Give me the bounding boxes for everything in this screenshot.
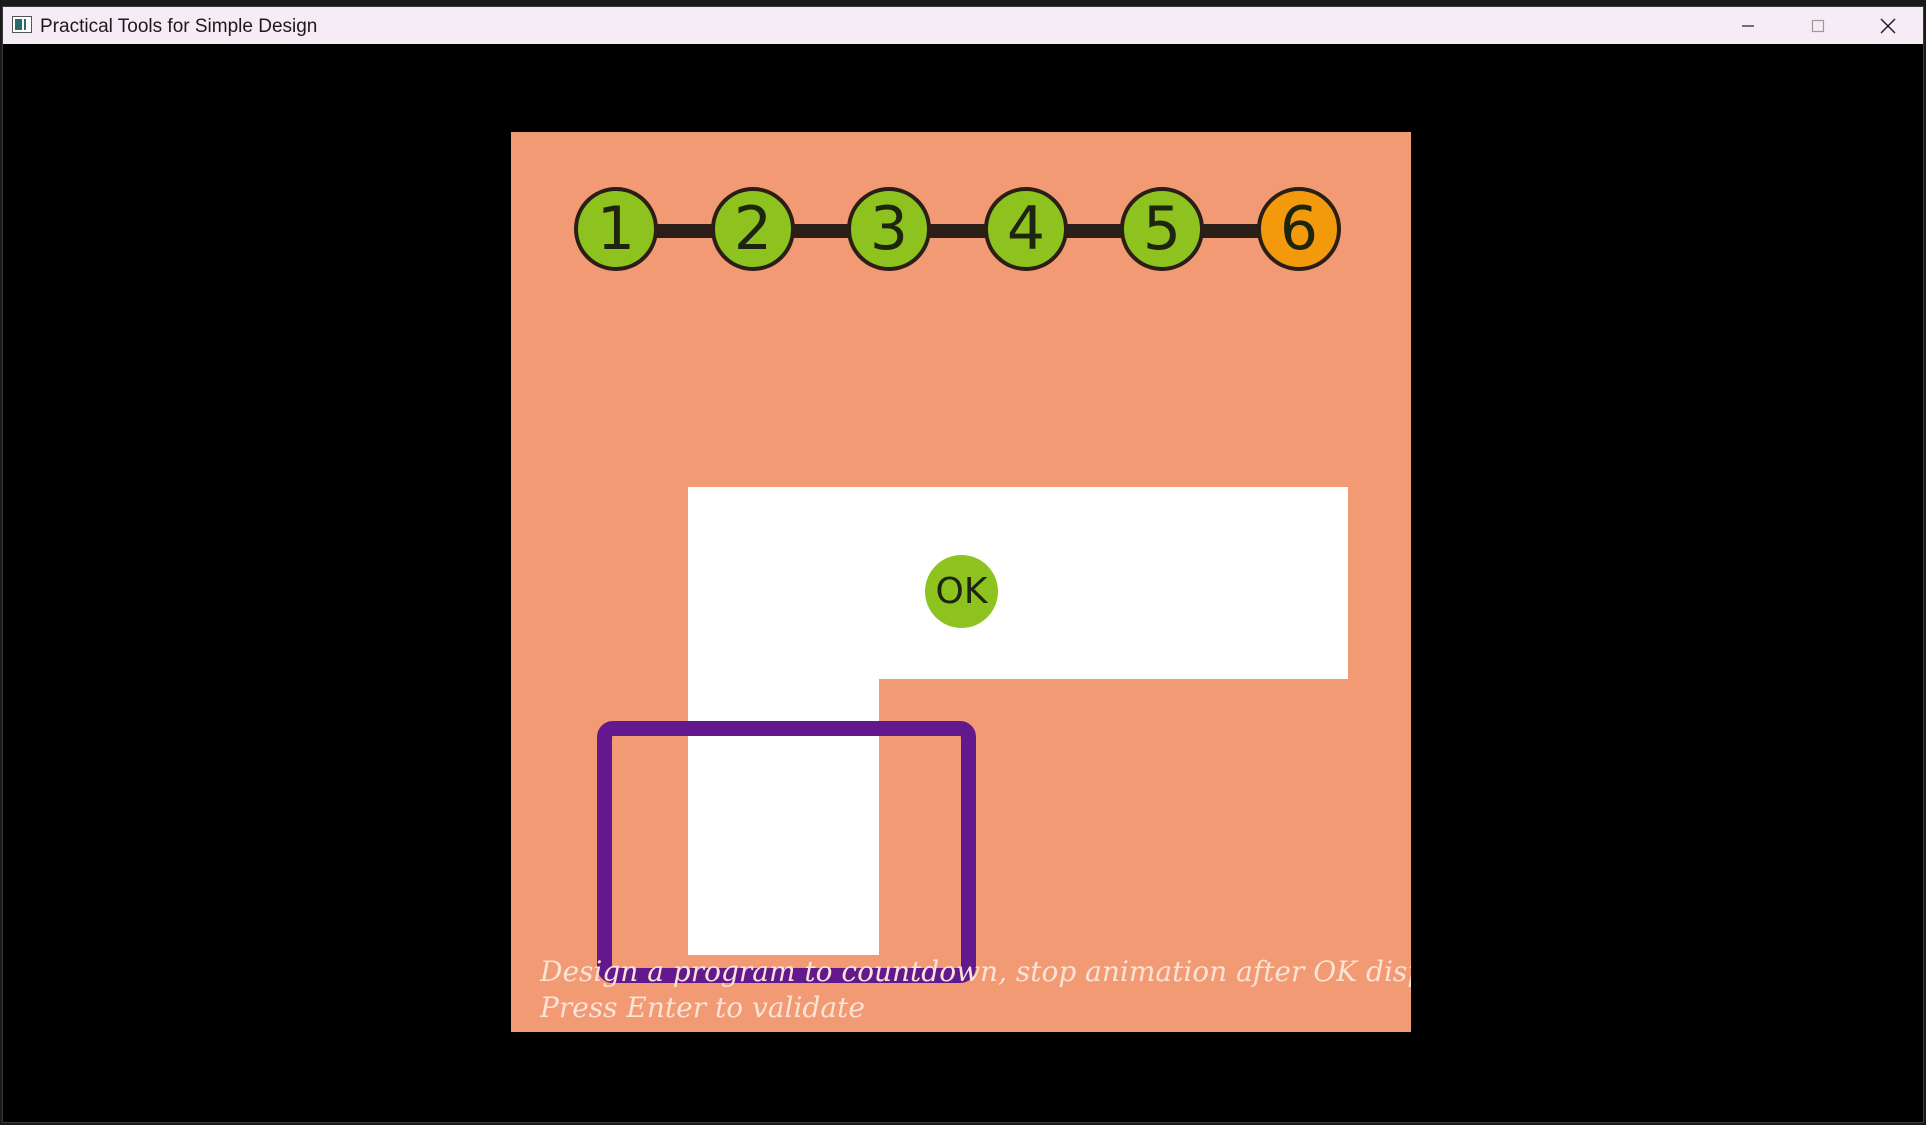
- step-1-label: 1: [596, 194, 636, 264]
- close-icon: [1880, 18, 1896, 33]
- app-icon: [12, 16, 32, 33]
- app-window: Practical Tools for Simple Design 1 2 3 …: [3, 7, 1923, 1122]
- minimize-icon: [1742, 24, 1754, 27]
- game-canvas[interactable]: 1 2 3 4 5 6 OK Design a program to count…: [511, 132, 1411, 1032]
- instruction-line-1: Design a program to countdown, stop anim…: [540, 955, 1411, 988]
- title-bar[interactable]: Practical Tools for Simple Design: [3, 7, 1923, 44]
- white-path-top: [688, 487, 1348, 679]
- minimize-button[interactable]: [1713, 7, 1783, 44]
- step-2-circle: 2: [711, 187, 795, 271]
- close-button[interactable]: [1853, 7, 1923, 44]
- ok-label: OK: [935, 571, 988, 612]
- instruction-line-2: Press Enter to validate: [540, 991, 865, 1024]
- step-1-circle: 1: [574, 187, 658, 271]
- step-3-circle: 3: [847, 187, 931, 271]
- step-6-label: 6: [1279, 194, 1319, 264]
- ok-circle: OK: [925, 555, 998, 628]
- step-5-label: 5: [1142, 194, 1182, 264]
- maximize-button[interactable]: [1783, 7, 1853, 44]
- instruction-text: Design a program to countdown, stop anim…: [540, 954, 1411, 1026]
- step-2-label: 2: [733, 194, 773, 264]
- step-3-label: 3: [869, 194, 909, 264]
- maximize-icon: [1811, 19, 1825, 32]
- selection-cursor-frame: [597, 721, 976, 983]
- step-4-circle: 4: [984, 187, 1068, 271]
- window-title: Practical Tools for Simple Design: [40, 16, 318, 37]
- step-6-circle: 6: [1257, 187, 1341, 271]
- step-4-label: 4: [1006, 194, 1046, 264]
- step-5-circle: 5: [1120, 187, 1204, 271]
